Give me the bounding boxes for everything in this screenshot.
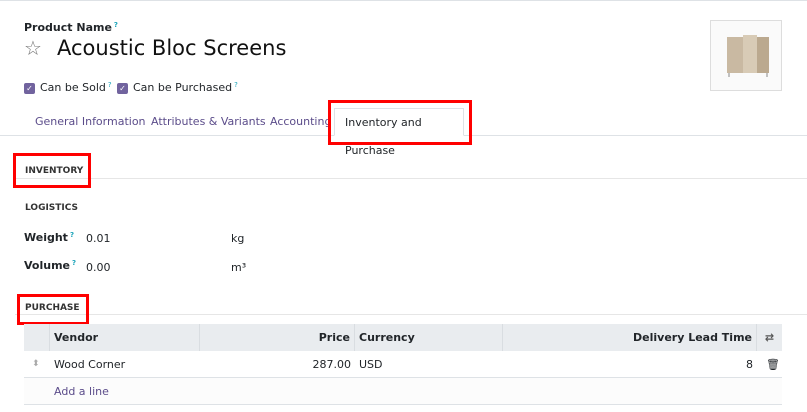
price-cell[interactable]: 287.00 (200, 351, 355, 378)
weight-label: Weight? (24, 231, 74, 244)
col-currency[interactable]: Currency (355, 324, 503, 351)
top-border (0, 0, 807, 1)
favorite-star-icon[interactable]: ☆ (24, 36, 42, 60)
trash-icon[interactable]: 🗑 (762, 351, 784, 378)
highlight-box (17, 294, 89, 325)
col-price[interactable]: Price (200, 324, 355, 351)
checkbox-checked-icon: ✓ (24, 82, 35, 94)
currency-cell[interactable]: USD (355, 351, 387, 378)
optional-columns-icon[interactable]: ⇄ (757, 324, 782, 351)
volume-label: Volume? (24, 259, 77, 272)
product-image[interactable] (710, 20, 782, 91)
logistics-title: LOGISTICS (25, 203, 79, 213)
checkbox-checked-icon: ✓ (117, 82, 128, 94)
add-a-line-link[interactable]: Add a line (50, 378, 113, 405)
volume-unit: m³ (231, 261, 247, 274)
handle-header (24, 324, 50, 351)
weight-input[interactable]: 0.01 (86, 232, 226, 245)
drag-handle-icon[interactable]: ⬍ (28, 351, 44, 378)
table-row[interactable]: ⬍ Wood Corner 287.00 USD 8 🗑 (24, 351, 782, 378)
product-name-field[interactable]: Acoustic Bloc Screens (57, 36, 286, 60)
tab-general-information[interactable]: General Information (25, 108, 156, 136)
col-vendor[interactable]: Vendor (50, 324, 200, 351)
tab-attributes-variants[interactable]: Attributes & Variants (141, 108, 276, 136)
add-line-row: Add a line (24, 378, 782, 405)
lead-time-cell[interactable]: 8 (503, 351, 757, 378)
highlight-box (328, 100, 472, 145)
product-name-label: Product Name? (24, 21, 118, 34)
can-be-sold-checkbox[interactable]: ✓ Can be Sold? (24, 81, 112, 94)
acoustic-screen-image (727, 35, 769, 77)
highlight-box (13, 153, 91, 188)
volume-input[interactable]: 0.00 (86, 261, 226, 274)
col-delivery-lead-time[interactable]: Delivery Lead Time (503, 324, 757, 351)
divider (15, 178, 807, 179)
weight-unit: kg (231, 232, 245, 245)
can-be-purchased-checkbox[interactable]: ✓ Can be Purchased? (117, 81, 238, 94)
vendor-cell[interactable]: Wood Corner (50, 351, 129, 378)
divider (15, 314, 807, 315)
